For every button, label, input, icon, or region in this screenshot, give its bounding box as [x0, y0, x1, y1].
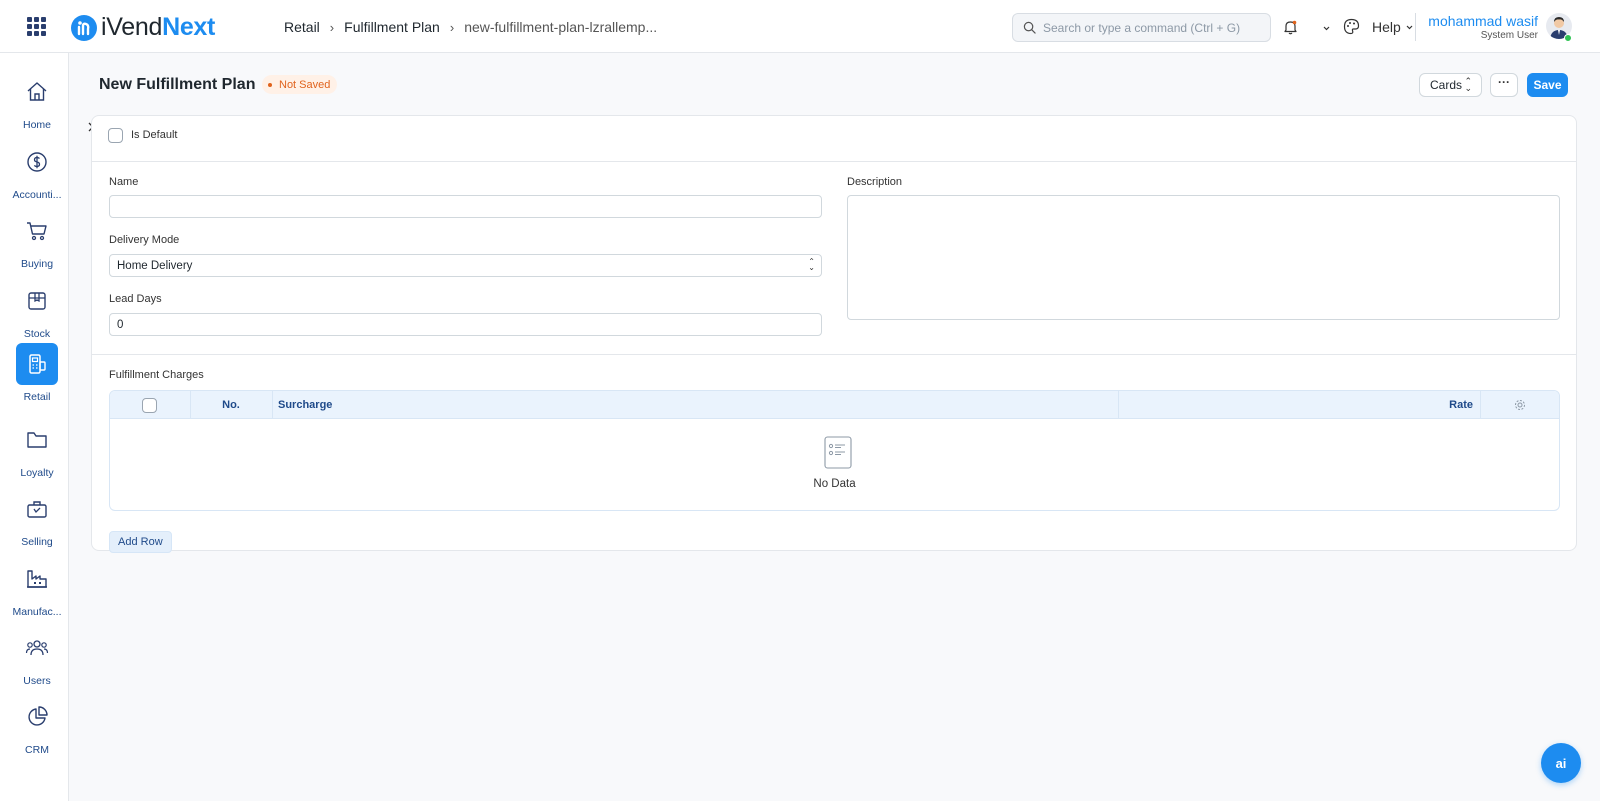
sidebar-item-stock[interactable]: Stock — [0, 280, 69, 340]
fulfillment-charges-table: No. Surcharge Rate No Data — [109, 390, 1560, 511]
sidebar-item-label: Stock — [23, 328, 51, 340]
sidebar-item-loyalty[interactable]: Loyalty — [0, 419, 69, 479]
name-label: Name — [109, 176, 139, 188]
description-label: Description — [847, 176, 903, 188]
top-navbar: iVendNext Retail › Fulfillment Plan › ne… — [0, 0, 1600, 53]
section-divider — [92, 354, 1576, 355]
name-field[interactable] — [109, 195, 822, 218]
delivery-mode-label: Delivery Mode — [109, 234, 180, 246]
sidebar-item-retail[interactable]: Retail — [0, 343, 69, 403]
search-input[interactable] — [1043, 20, 1263, 35]
sidebar-item-label: Manufac... — [12, 606, 62, 618]
select-all-checkbox[interactable] — [142, 398, 157, 413]
factory-icon — [16, 558, 58, 600]
status-badge: Not Saved — [262, 75, 338, 94]
description-textarea[interactable] — [847, 195, 1560, 320]
chevron-right-icon: › — [449, 19, 455, 35]
breadcrumb: Retail › Fulfillment Plan › new-fulfillm… — [284, 19, 657, 35]
more-actions-button[interactable]: ··· — [1490, 73, 1518, 97]
page-title: New Fulfillment Plan — [99, 76, 256, 93]
sidebar-item-buying[interactable]: Buying — [0, 210, 69, 270]
delivery-mode-select[interactable]: Home Delivery ⌃ ⌄ — [109, 254, 822, 277]
empty-list-icon — [824, 436, 852, 469]
sidebar-item-crm[interactable]: CRM — [0, 696, 69, 756]
sidebar-item-label: Home — [22, 119, 51, 131]
column-header-rate: Rate — [1449, 399, 1473, 411]
palette-icon[interactable] — [1343, 18, 1360, 38]
column-divider — [272, 391, 273, 419]
sidebar-item-users[interactable]: Users — [0, 627, 69, 687]
brand-name-prefix: iVend — [101, 13, 163, 41]
lead-days-label: Lead Days — [109, 293, 162, 305]
lead-days-field[interactable] — [109, 313, 822, 336]
notification-bell-icon[interactable] — [1283, 19, 1298, 38]
breadcrumb-current: new-fulfillment-plan-lzrallemp... — [464, 19, 658, 35]
brand-name-suffix: Next — [162, 13, 216, 41]
navbar-divider — [1415, 13, 1416, 41]
bag-icon — [16, 488, 58, 530]
search-bar[interactable] — [1012, 13, 1271, 42]
breadcrumb-fulfillment-plan[interactable]: Fulfillment Plan — [344, 19, 440, 35]
sidebar-item-home[interactable]: Home — [0, 71, 69, 131]
view-select-button[interactable]: Cards ⌃ ⌄ — [1419, 73, 1482, 97]
default-section: Is Default — [92, 116, 1576, 162]
online-status-dot — [1564, 34, 1572, 42]
status-dot — [268, 82, 272, 87]
chevron-right-icon: › — [329, 19, 335, 35]
sidebar-item-label: Buying — [20, 258, 54, 270]
breadcrumb-retail[interactable]: Retail — [284, 19, 320, 35]
no-data-message: No Data — [813, 478, 856, 490]
is-default-label: Is Default — [131, 129, 178, 141]
user-name[interactable]: mohammad wasif — [1428, 13, 1538, 29]
brand-logo[interactable]: iVendNext — [71, 13, 215, 42]
column-header-no: No. — [222, 399, 240, 411]
chevron-down-icon — [1406, 25, 1413, 30]
dollar-icon — [16, 141, 58, 183]
sidebar-item-accounting[interactable]: Accounti... — [0, 141, 69, 201]
sidebar-item-manufacturing[interactable]: Manufac... — [0, 558, 69, 618]
users-icon — [16, 627, 58, 669]
box-icon — [16, 280, 58, 322]
app-grid-icon[interactable] — [27, 17, 46, 36]
column-header-surcharge: Surcharge — [278, 399, 333, 411]
form-card: Is Default Name Delivery Mode Home Deliv… — [91, 115, 1577, 553]
delivery-mode-value: Home Delivery — [117, 259, 193, 272]
column-divider — [1480, 391, 1481, 419]
table-header: No. Surcharge Rate — [110, 391, 1559, 419]
sidebar-item-label: Selling — [21, 536, 53, 548]
sidebar-item-label: CRM — [25, 744, 49, 756]
sidebar: Home Accounti... Buying Stock Retail Loy… — [0, 53, 69, 801]
settings-gear-icon[interactable] — [1514, 399, 1526, 414]
user-role: System User — [1480, 30, 1538, 41]
ai-assistant-button[interactable]: ai — [1541, 743, 1581, 783]
sidebar-item-selling[interactable]: Selling — [0, 488, 69, 548]
sidebar-item-label: Users — [23, 675, 51, 687]
status-text: Not Saved — [279, 78, 331, 91]
home-icon — [16, 71, 58, 113]
help-menu[interactable]: Help — [1372, 19, 1414, 35]
select-chevron-icon: ⌃ ⌄ — [1464, 76, 1472, 93]
sidebar-item-label: Retail — [23, 391, 51, 403]
view-select-label: Cards — [1430, 78, 1463, 92]
folder-icon — [16, 419, 58, 461]
pos-icon — [16, 343, 58, 385]
search-icon — [1023, 21, 1036, 34]
fulfillment-charges-label: Fulfillment Charges — [109, 369, 204, 381]
sidebar-item-label: Accounti... — [12, 189, 62, 201]
chevron-down-icon[interactable] — [1322, 21, 1331, 36]
save-button[interactable]: Save — [1527, 73, 1568, 97]
pie-chart-icon — [16, 696, 58, 738]
help-label: Help — [1372, 19, 1401, 35]
select-chevron-icon: ⌃ ⌄ — [808, 257, 815, 272]
add-row-button[interactable]: Add Row — [109, 531, 172, 553]
is-default-checkbox[interactable] — [108, 128, 123, 143]
sidebar-item-label: Loyalty — [20, 467, 54, 479]
cart-icon — [16, 210, 58, 252]
logo-mark-icon — [71, 14, 97, 41]
